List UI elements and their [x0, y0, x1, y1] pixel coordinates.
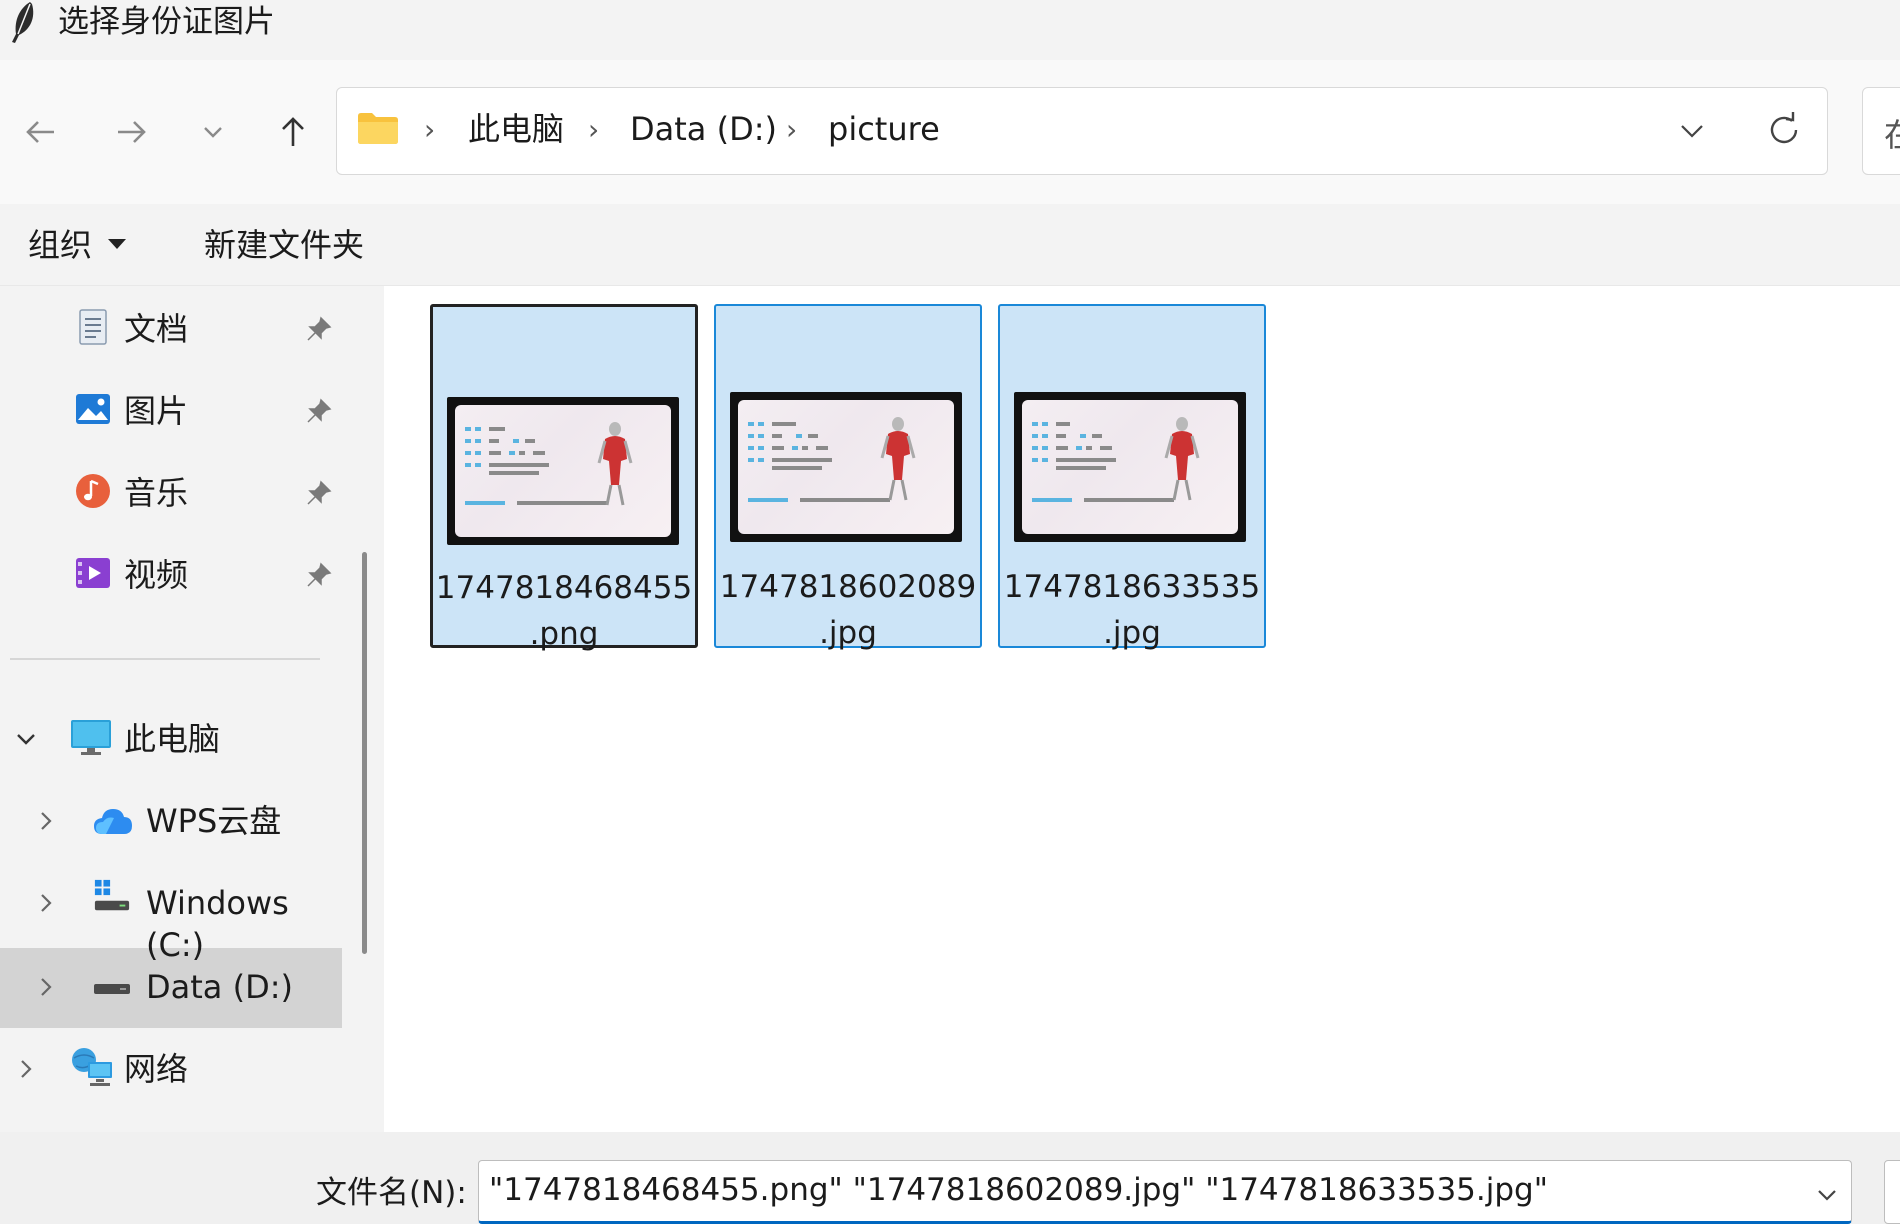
- search-placeholder: 在: [1884, 110, 1900, 156]
- sidebar-item-label: 视频: [124, 556, 189, 594]
- sidebar-item-wps-cloud[interactable]: WPS云盘: [0, 780, 344, 862]
- chevron-down-icon[interactable]: [1812, 1180, 1842, 1210]
- pin-icon[interactable]: [306, 480, 332, 506]
- file-name: 1747818468455 .png: [433, 565, 695, 657]
- sidebar-item-videos[interactable]: 视频: [0, 534, 344, 616]
- breadcrumb-item-picture[interactable]: picture: [828, 108, 940, 150]
- arrow-up-icon: [282, 117, 304, 146]
- music-icon: [76, 474, 110, 508]
- back-button[interactable]: [16, 107, 66, 157]
- sidebar-item-label: 此电脑: [124, 720, 221, 758]
- file-name-line: 1747818602089: [719, 569, 977, 605]
- file-thumbnail: [730, 392, 962, 542]
- up-button[interactable]: [268, 107, 318, 157]
- file-name-extension: .png: [529, 616, 599, 652]
- breadcrumb-separator: ›: [588, 113, 600, 146]
- drive-icon: [94, 984, 130, 994]
- title-bar: [0, 0, 1900, 60]
- pin-icon[interactable]: [306, 562, 332, 588]
- chevron-down-icon[interactable]: [1672, 111, 1712, 151]
- file-type-select[interactable]: [1884, 1160, 1900, 1224]
- sidebar-item-data-d[interactable]: Data (D:): [0, 946, 344, 1028]
- window-title: 选择身份证图片: [58, 4, 275, 40]
- filename-input[interactable]: "1747818468455.png" "1747818602089.jpg" …: [478, 1160, 1852, 1224]
- file-thumbnail: [1014, 392, 1246, 542]
- sidebar-item-music[interactable]: 音乐: [0, 452, 344, 534]
- arrow-right-icon: [118, 121, 146, 143]
- sidebar-item-label: 网络: [124, 1050, 189, 1088]
- refresh-icon[interactable]: [1762, 108, 1806, 152]
- breadcrumb-item-this-pc[interactable]: 此电脑: [468, 108, 564, 150]
- file-name: 1747818633535 .jpg: [1000, 564, 1264, 656]
- id-card-image: [465, 422, 633, 506]
- sidebar-item-pictures[interactable]: 图片: [0, 370, 344, 452]
- network-icon: [72, 1048, 112, 1086]
- video-icon: [76, 558, 110, 588]
- new-folder-button[interactable]: 新建文件夹: [204, 224, 364, 266]
- chevron-right-icon[interactable]: [14, 1057, 38, 1081]
- sidebar-item-label: 文档: [124, 310, 189, 348]
- windows-drive-icon: [94, 879, 130, 911]
- chevron-down-icon: [204, 127, 222, 138]
- sidebar-item-this-pc[interactable]: 此电脑: [0, 698, 344, 780]
- id-card-image: [748, 417, 916, 502]
- file-name-extension: .jpg: [819, 615, 877, 651]
- organize-button[interactable]: 组织: [28, 224, 92, 266]
- pictures-icon: [76, 394, 110, 424]
- breadcrumb-separator: ›: [786, 113, 798, 146]
- sidebar-item-label: WPS云盘: [146, 802, 282, 840]
- feather-icon: [12, 2, 34, 43]
- cloud-icon: [94, 809, 132, 834]
- sidebar-divider: [10, 658, 320, 660]
- computer-icon: [71, 720, 111, 755]
- sidebar-scrollbar[interactable]: [362, 552, 367, 954]
- sidebar-item-label: Data (D:): [146, 968, 293, 1006]
- breadcrumb-item-data-drive[interactable]: Data (D:): [630, 108, 777, 150]
- file-name-line: 1747818633535: [1003, 569, 1261, 605]
- document-icon: [79, 309, 107, 345]
- filename-label: 文件名(N):: [316, 1175, 467, 1211]
- chevron-right-icon[interactable]: [34, 809, 58, 833]
- chevron-right-icon[interactable]: [34, 891, 58, 915]
- file-tile[interactable]: 1747818633535 .jpg: [998, 304, 1266, 651]
- forward-button[interactable]: [106, 107, 156, 157]
- file-name-line: 1747818468455: [435, 570, 693, 606]
- folder-icon: [358, 113, 398, 144]
- sidebar-item-network[interactable]: 网络: [0, 1028, 344, 1110]
- arrow-left-icon: [26, 121, 54, 143]
- chevron-right-icon[interactable]: [34, 975, 58, 999]
- sidebar-item-documents[interactable]: 文档: [0, 288, 344, 370]
- sidebar-item-label: 图片: [124, 392, 189, 430]
- file-name: 1747818602089 .jpg: [716, 564, 980, 656]
- chevron-down-icon[interactable]: [14, 727, 38, 751]
- id-card-image: [1032, 417, 1200, 502]
- sidebar-item-windows-c[interactable]: Windows (C:): [0, 862, 344, 964]
- file-name-extension: .jpg: [1103, 615, 1161, 651]
- file-tile[interactable]: 1747818468455 .png: [430, 304, 698, 652]
- sidebar-item-label: 音乐: [124, 474, 189, 512]
- file-thumbnail: [447, 397, 679, 545]
- breadcrumb-separator: ›: [424, 113, 436, 146]
- file-tile[interactable]: 1747818602089 .jpg: [714, 304, 982, 651]
- recent-locations-button[interactable]: [188, 107, 238, 157]
- caret-down-icon: [108, 239, 126, 249]
- pin-icon[interactable]: [306, 398, 332, 424]
- pin-icon[interactable]: [306, 316, 332, 342]
